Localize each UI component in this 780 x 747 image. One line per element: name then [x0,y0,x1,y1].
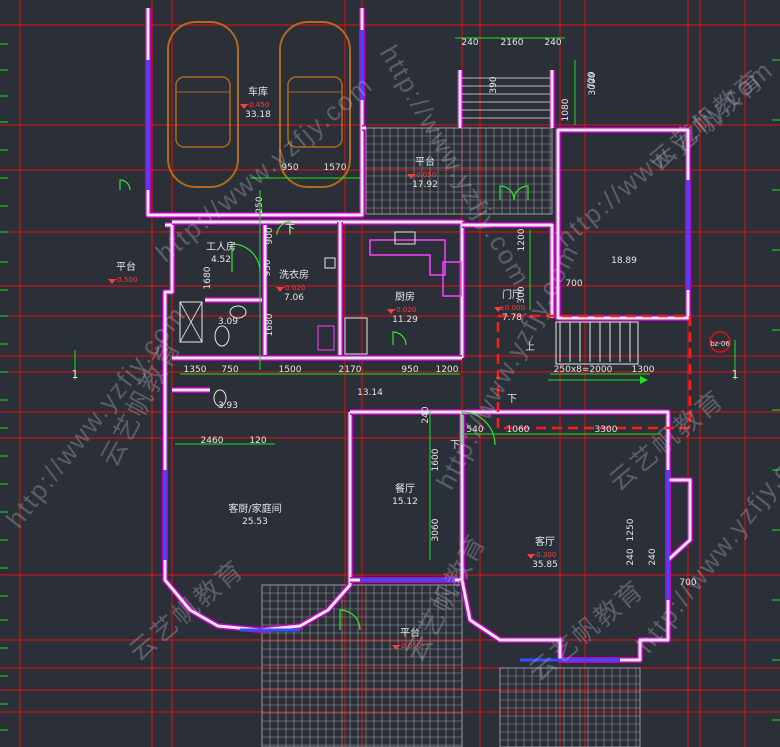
room-area-laundry: 7.06 [284,293,304,303]
room-level-living-room: -0.300 [534,551,557,559]
ne-room-wall [556,128,690,320]
room-level-garage: -0.450 [247,101,270,109]
section-label-left: 1 [72,368,79,381]
room-name-garage: 车库 [248,85,268,98]
room-area-kitchen: 11.29 [392,315,418,325]
room-name-platform-west: 平台 [116,260,136,273]
room-name-platform-upper: 平台 [415,155,435,168]
room-level-foyer: ±0.000 [499,304,525,312]
room-area-family-room: 25.53 [242,517,268,527]
dining-wall [350,410,464,582]
living-room-wall-outline [459,409,671,663]
room-level-laundry: -0.020 [283,284,306,292]
dimension-text: 3000 [588,72,598,95]
section-label-right: 1 [732,368,739,381]
room-name-terrace-south: 平台 [400,626,420,639]
room-area-bath-2: 3.93 [218,401,238,411]
dimension-text: 1680 [265,313,275,336]
room-level-platform-west: -0.500 [115,276,138,284]
west-corridor-wall [163,223,174,412]
car-cabin [175,76,231,148]
room-area-corridor: 13.14 [357,388,383,398]
room-level-terrace-south: -0.050 [399,642,422,650]
room-name-living-room: 客厅 [535,535,555,548]
south-east-paving-border [499,667,641,747]
dimension-text: 1250 [626,518,636,541]
door-swing [392,331,407,346]
laundry-sink [324,257,336,269]
washer [317,325,335,351]
stair-down-label-2: 下 [285,224,295,235]
section-tag: bz-06 [710,340,730,348]
dimension-text: 700 [565,279,582,289]
dimension-text: 390 [489,76,499,93]
stair-arrow-head [640,376,648,384]
room-area-dining: 15.12 [392,497,418,507]
fridge [344,317,368,355]
kitchen-sink [394,231,416,245]
dimension-text: 240 [461,38,478,48]
floor-plan-drawing: 1 1bz-06上下下下 240 2160 240950 15701350 750 1500… [0,0,780,747]
dining-wall-outline [350,409,465,583]
stair-down-label: 下 [507,394,517,405]
door-swing [231,243,261,273]
room-area-worker-room: 4.52 [211,255,231,265]
dimension-text: 1570 [324,163,347,173]
room-name-laundry: 洗衣房 [279,268,309,281]
dimension-text: 1680 [203,266,213,289]
car-body [167,21,239,188]
room-area-bedroom-ne: 18.89 [611,256,637,266]
living-room-wall [460,410,670,662]
stair-up-label: 上 [525,341,535,353]
room-area-living-room: 35.85 [532,560,558,570]
bay-window [666,478,692,562]
car-cabin [287,76,343,148]
room-name-foyer: 门厅 [502,288,522,301]
room-area-garage: 33.18 [245,110,271,120]
room-name-family-room: 客厨/家庭间 [228,502,281,515]
dimension-text: 240 [626,548,636,565]
room-area-platform-upper: 17.92 [412,180,438,190]
door-swing [119,179,131,191]
dimension-text: 3060 [431,518,441,541]
room-level-kitchen: -0.020 [394,306,417,314]
room-level-platform-upper: -0.050 [414,171,437,179]
dimension-text: 700 [679,578,696,588]
dimension-text: 950 [281,163,298,173]
dimension-text: 2160 [501,38,524,48]
upper-platform-paving-border [365,127,553,215]
dimension-text: 1080 [561,98,571,121]
stair-down-label-3: 下 [450,440,460,451]
toilet [214,325,230,347]
dimension-text: 240 [648,548,658,565]
room-area-bath-1: 3.09 [218,317,238,327]
stair-frame [555,321,639,365]
dimension-text: 1600 [431,448,441,471]
dimension-text: 240 [544,38,561,48]
dimension-text: 900 [265,227,275,244]
dimension-text: 1200 [517,228,527,251]
room-name-dining: 餐厅 [395,482,415,495]
room-name-worker-room: 工人房 [206,240,236,253]
room-area-foyer: 7.78 [502,313,522,323]
kitchen-counter [369,239,446,276]
room-name-kitchen: 厨房 [395,290,415,303]
dimension-text: 950 [263,259,273,276]
ne-room-wall-outline [555,127,691,321]
